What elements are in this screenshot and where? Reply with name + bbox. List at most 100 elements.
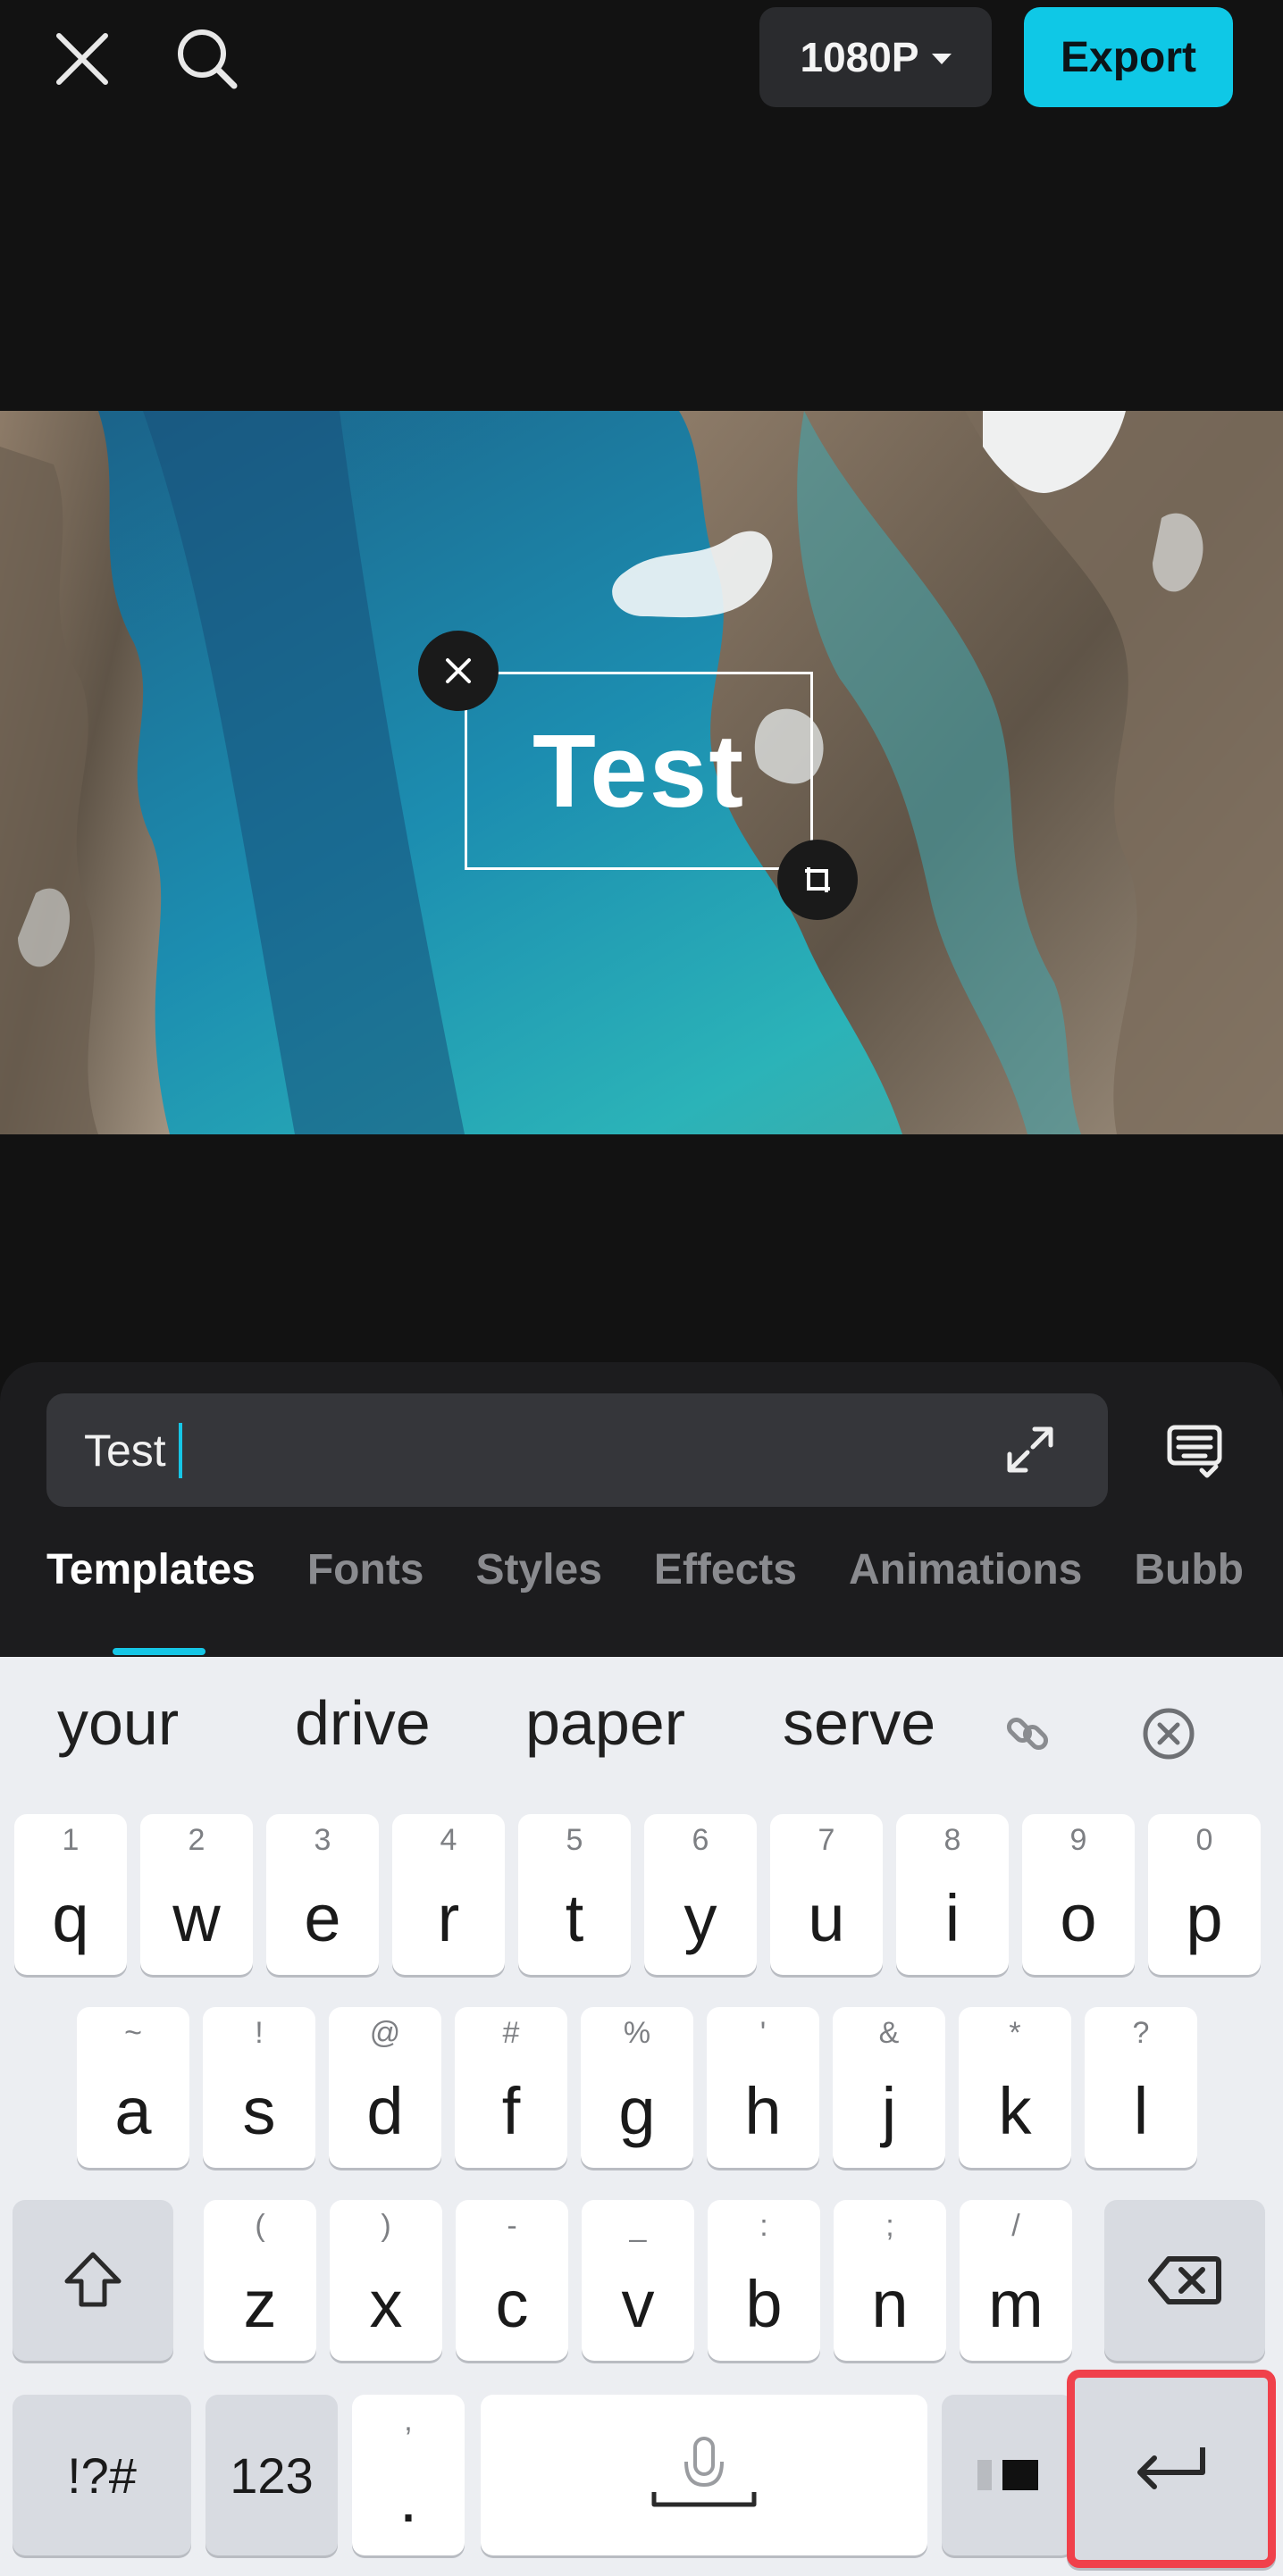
key-f[interactable]: # f <box>455 2007 567 2168</box>
key-secondary-label: 4 <box>440 1823 457 1857</box>
key-k[interactable]: * k <box>959 2007 1071 2168</box>
key-m[interactable]: / m <box>960 2200 1072 2361</box>
suggestion-3[interactable]: paper <box>525 1687 685 1759</box>
key-l[interactable]: ? l <box>1085 2007 1197 2168</box>
key-label: r <box>437 1881 460 1955</box>
emoji-key[interactable] <box>942 2395 1074 2555</box>
suggestion-1[interactable]: your <box>57 1687 179 1759</box>
key-label: z <box>243 2267 277 2341</box>
key-label: d <box>366 2074 404 2148</box>
key-n[interactable]: ; n <box>834 2200 946 2361</box>
key-label: l <box>1133 2074 1149 2148</box>
active-tab-indicator <box>113 1648 205 1655</box>
key-secondary-label: 2 <box>188 1823 205 1857</box>
text-editor-panel: Test Templates Fonts Styles Effects Anim… <box>0 1362 1283 1657</box>
key-label: i <box>944 1881 960 1955</box>
resolution-dropdown[interactable]: 1080P <box>759 7 992 107</box>
key-secondary-label: ; <box>885 2209 894 2243</box>
key-label: m <box>988 2267 1044 2341</box>
key-s[interactable]: ! s <box>203 2007 315 2168</box>
key-secondary-label: 6 <box>692 1823 709 1857</box>
close-icon[interactable] <box>46 23 118 95</box>
key-secondary-label: & <box>878 2016 900 2050</box>
backspace-key[interactable] <box>1104 2200 1265 2361</box>
text-input[interactable]: Test <box>46 1393 1108 1507</box>
key-b[interactable]: :b <box>708 2200 820 2361</box>
tab-templates[interactable]: Templates <box>46 1545 256 1594</box>
key-c[interactable]: -c <box>456 2200 568 2361</box>
text-cursor <box>178 1422 182 1478</box>
key-secondary-label: : <box>759 2209 768 2243</box>
export-button[interactable]: Export <box>1024 7 1233 107</box>
text-overlay-box[interactable]: Test <box>465 672 813 870</box>
shift-icon <box>64 2252 122 2307</box>
key-secondary-label: ) <box>381 2209 391 2243</box>
key-e[interactable]: 3e <box>266 1814 379 1975</box>
key-r[interactable]: 4r <box>392 1814 505 1975</box>
space-key[interactable] <box>481 2395 927 2555</box>
suggestion-2[interactable]: drive <box>295 1687 431 1759</box>
key-label: g <box>618 2074 656 2148</box>
video-preview[interactable]: Test <box>0 411 1283 1134</box>
key-u[interactable]: 7u <box>770 1814 883 1975</box>
tab-styles[interactable]: Styles <box>476 1545 602 1594</box>
key-y[interactable]: 6y <box>644 1814 757 1975</box>
key-label: f <box>501 2074 521 2148</box>
key-i[interactable]: 8i <box>896 1814 1009 1975</box>
key-w[interactable]: 2w <box>140 1814 253 1975</box>
key-secondary-label: * <box>1009 2016 1021 2050</box>
caret-down-icon <box>931 54 952 64</box>
shift-key[interactable] <box>13 2200 173 2361</box>
rotate-scale-icon[interactable] <box>777 840 858 920</box>
key-x[interactable]: ) x <box>330 2200 442 2361</box>
key-z[interactable]: (z <box>204 2200 316 2361</box>
key-label: s <box>242 2074 276 2148</box>
expand-icon[interactable] <box>1001 1420 1060 1479</box>
tab-bubbles[interactable]: Bubb <box>1134 1545 1244 1594</box>
punctuation-key[interactable]: , . <box>352 2395 465 2555</box>
key-secondary-label: - <box>507 2209 517 2243</box>
key-secondary-label: ~ <box>124 2016 142 2050</box>
key-h[interactable]: ' h <box>707 2007 819 2168</box>
style-tabs: Templates Fonts Styles Effects Animation… <box>46 1545 1244 1652</box>
tab-animations[interactable]: Animations <box>849 1545 1082 1594</box>
key-label: k <box>998 2074 1032 2148</box>
key-secondary-label: _ <box>629 2209 647 2243</box>
resolution-label: 1080P <box>800 34 919 80</box>
key-t[interactable]: 5t <box>518 1814 631 1975</box>
search-icon[interactable] <box>172 23 243 95</box>
clipboard-link-icon[interactable] <box>995 1702 1060 1766</box>
key-secondary-label: @ <box>369 2016 401 2050</box>
key-g[interactable]: % g <box>581 2007 693 2168</box>
key-label: q <box>52 1881 89 1955</box>
key-label: t <box>565 1881 584 1955</box>
key-label: c <box>495 2267 529 2341</box>
key-secondary-label: 3 <box>314 1823 331 1857</box>
keyboard-done-icon[interactable] <box>1161 1418 1228 1484</box>
tab-fonts[interactable]: Fonts <box>307 1545 424 1594</box>
numbers-key[interactable]: 123 <box>205 2395 338 2555</box>
key-d[interactable]: @ d <box>329 2007 441 2168</box>
key-label: x <box>369 2267 403 2341</box>
key-label: b <box>745 2267 783 2341</box>
key-secondary-label: ' <box>759 2016 767 2050</box>
enter-key[interactable] <box>1067 2370 1276 2568</box>
key-label: h <box>744 2074 782 2148</box>
suggestion-4[interactable]: serve <box>783 1687 949 1759</box>
key-o[interactable]: 9o <box>1022 1814 1135 1975</box>
backspace-icon <box>1148 2256 1221 2304</box>
key-label: j <box>881 2074 897 2148</box>
top-bar: 1080P Export <box>0 0 1283 116</box>
key-secondary-label: / <box>1011 2209 1020 2243</box>
dismiss-suggestions-icon[interactable] <box>1136 1702 1201 1766</box>
remove-text-icon[interactable] <box>418 631 499 711</box>
symbols-key[interactable]: !?# <box>13 2395 191 2555</box>
key-q[interactable]: 1q <box>14 1814 127 1975</box>
key-j[interactable]: & j <box>833 2007 945 2168</box>
key-a[interactable]: ~ a <box>77 2007 189 2168</box>
tab-effects[interactable]: Effects <box>654 1545 797 1594</box>
key-p[interactable]: 0p <box>1148 1814 1261 1975</box>
emoji-switch-icon <box>977 2460 1038 2490</box>
enter-icon <box>1137 2447 1205 2489</box>
key-v[interactable]: _ v <box>582 2200 694 2361</box>
